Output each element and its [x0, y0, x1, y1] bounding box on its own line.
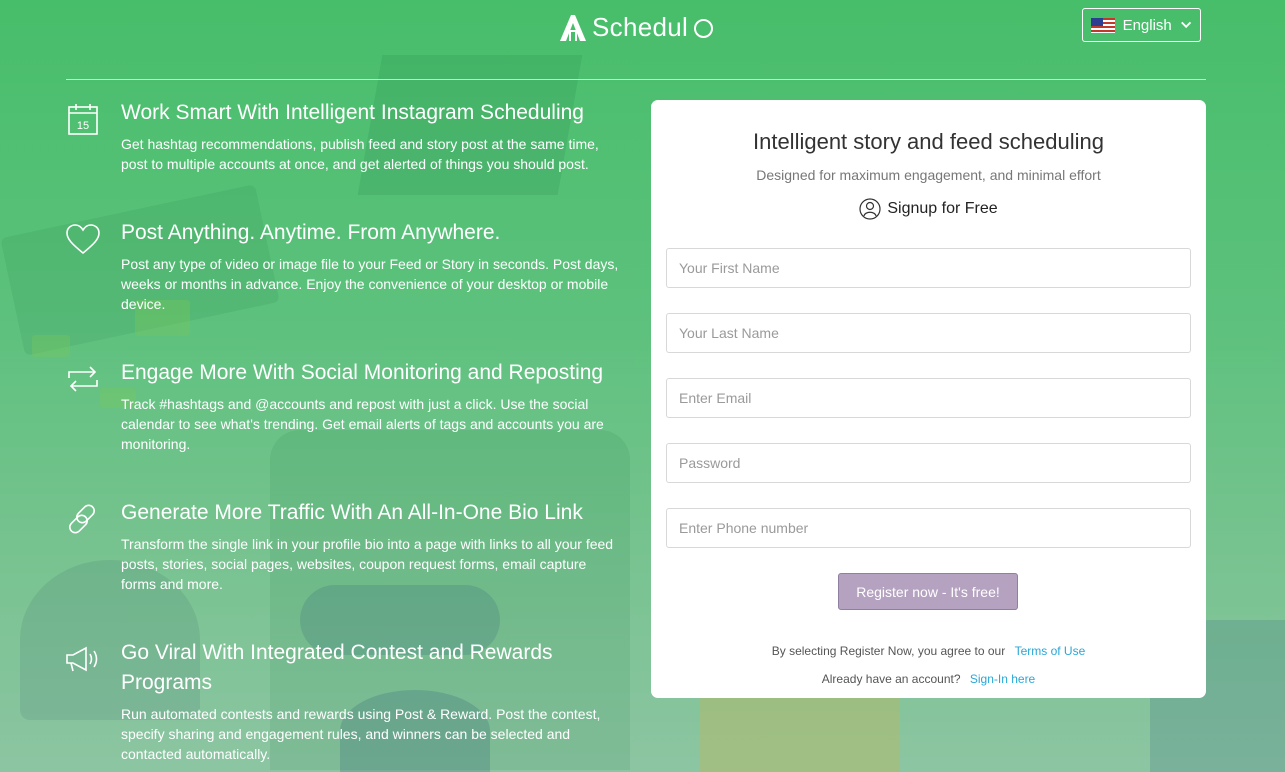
phone-field[interactable]	[666, 508, 1191, 548]
user-circle-icon	[859, 198, 881, 220]
calendar-day: 15	[77, 120, 89, 132]
feature-description: Run automated contests and rewards using…	[121, 706, 601, 762]
megaphone-icon	[66, 646, 98, 672]
terms-text: By selecting Register Now, you agree to …	[771, 644, 1006, 658]
signin-notice: Already have an account? Sign-In here	[651, 672, 1206, 686]
header-divider	[66, 79, 1206, 80]
us-flag-icon	[1091, 17, 1115, 33]
header: Schedul English	[0, 0, 1285, 60]
feature-description: Transform the single link in your profil…	[121, 536, 614, 592]
feature-description: Post any type of video or image file to …	[121, 256, 619, 312]
signin-link[interactable]: Sign-In here	[970, 672, 1035, 686]
feature-title: Go Viral With Integrated Contest and Rew…	[121, 641, 553, 694]
logo-e-mark	[694, 19, 714, 38]
language-label: English	[1122, 16, 1172, 34]
feature-title: Post Anything. Anytime. From Anywhere.	[121, 221, 501, 244]
signup-card: Intelligent story and feed scheduling De…	[651, 100, 1206, 698]
calendar-icon: 15	[68, 104, 98, 135]
feature-title: Engage More With Social Monitoring and R…	[121, 361, 604, 384]
signin-text: Already have an account?	[821, 672, 961, 686]
last-name-field[interactable]	[666, 313, 1191, 353]
password-field[interactable]	[666, 443, 1191, 483]
signup-label: Signup for Free	[887, 200, 998, 217]
terms-link[interactable]: Terms of Use	[1015, 644, 1086, 658]
language-selector[interactable]: English	[1082, 8, 1201, 42]
first-name-field[interactable]	[666, 248, 1191, 288]
feature-title: Work Smart With Intelligent Instagram Sc…	[121, 101, 584, 124]
form-title: Intelligent story and feed scheduling	[752, 129, 1104, 154]
form-subtitle: Designed for maximum engagement, and min…	[756, 167, 1101, 183]
feature-description: Get hashtag recommendations, publish fee…	[121, 136, 599, 172]
signup-heading: Signup for Free	[651, 198, 1206, 220]
logo-text: Schedul	[592, 12, 689, 42]
feature-title: Generate More Traffic With An All-In-One…	[121, 501, 583, 524]
chevron-down-icon	[1180, 21, 1191, 29]
logo-mark-icon	[560, 14, 586, 41]
repost-icon	[68, 366, 98, 392]
link-icon	[69, 504, 95, 534]
heart-icon	[66, 224, 100, 255]
logo[interactable]: Schedul	[558, 12, 714, 43]
terms-notice: By selecting Register Now, you agree to …	[651, 644, 1206, 658]
register-button[interactable]: Register now - It's free!	[838, 573, 1018, 610]
email-field[interactable]	[666, 378, 1191, 418]
feature-description: Track #hashtags and @accounts and repost…	[121, 396, 604, 452]
